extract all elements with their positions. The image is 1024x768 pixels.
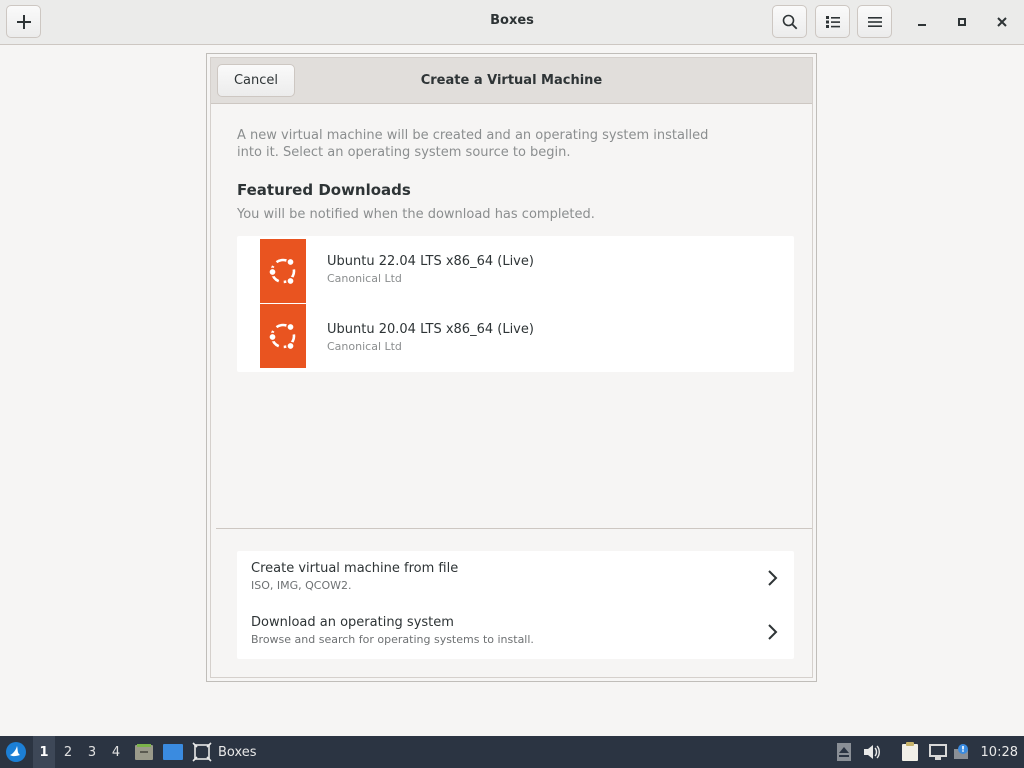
workspace-3[interactable]: 3 (81, 736, 103, 768)
workspace-2[interactable]: 2 (57, 736, 79, 768)
dialog-header: Cancel Create a Virtual Machine (211, 58, 812, 104)
eject-tray-button[interactable] (834, 736, 854, 768)
task-label: Boxes (218, 744, 257, 760)
dialog-frame: Cancel Create a Virtual Machine A new vi… (210, 57, 813, 678)
update-notifier-tray-button[interactable] (951, 736, 973, 768)
dialog-title: Create a Virtual Machine (420, 73, 603, 88)
create-from-file-item[interactable]: Create virtual machine from file ISO, IM… (237, 551, 794, 605)
main-menu-button[interactable] (857, 5, 892, 38)
list-view-icon (825, 15, 840, 28)
create-vm-dialog: Cancel Create a Virtual Machine A new vi… (206, 53, 817, 682)
action-subtitle: Browse and search for operating systems … (251, 633, 534, 646)
start-menu-button[interactable] (2, 736, 30, 768)
search-icon (782, 14, 797, 29)
close-button[interactable] (990, 10, 1014, 34)
os-download-item[interactable]: Ubuntu 20.04 LTS x86_64 (Live) Canonical… (237, 304, 794, 372)
maximize-button[interactable] (950, 10, 974, 34)
download-os-item[interactable]: Download an operating system Browse and … (237, 605, 794, 659)
os-vendor: Canonical Ltd (327, 340, 402, 353)
show-desktop-icon (163, 744, 183, 760)
os-vendor: Canonical Ltd (327, 272, 402, 285)
ubuntu-logo-icon (260, 304, 306, 368)
intro-text: A new virtual machine will be created an… (237, 127, 737, 161)
view-toggle-button[interactable] (815, 5, 850, 38)
maximize-icon (958, 18, 966, 26)
network-icon (929, 744, 947, 760)
clipboard-icon (902, 742, 918, 761)
clock[interactable]: 10:28 (981, 736, 1018, 768)
header-bar: Boxes (0, 0, 1024, 45)
os-download-item[interactable]: Ubuntu 22.04 LTS x86_64 (Live) Canonical… (237, 236, 794, 304)
boxes-app-icon (192, 742, 212, 762)
clipboard-tray-button[interactable] (898, 736, 922, 768)
lubuntu-start-icon (6, 742, 26, 762)
search-button[interactable] (772, 5, 807, 38)
separator (216, 528, 812, 529)
taskbar-task-boxes[interactable]: Boxes (192, 736, 262, 768)
action-subtitle: ISO, IMG, QCOW2. (251, 579, 352, 592)
workspace-1[interactable]: 1 (33, 736, 55, 768)
hamburger-menu-icon (867, 16, 882, 27)
taskbar: 1 2 3 4 Boxes 10:28 (0, 736, 1024, 768)
volume-icon (864, 745, 880, 759)
os-name: Ubuntu 22.04 LTS x86_64 (Live) (327, 254, 534, 269)
minimize-icon (918, 24, 926, 26)
chevron-right-icon (768, 624, 778, 640)
os-name: Ubuntu 20.04 LTS x86_64 (Live) (327, 322, 534, 337)
featured-downloads-subtitle: You will be notified when the download h… (237, 207, 595, 222)
source-actions-list: Create virtual machine from file ISO, IM… (237, 551, 794, 659)
file-manager-launcher[interactable] (132, 736, 156, 768)
intro-line-2: into it. Select an operating system sour… (237, 145, 571, 160)
file-manager-icon (135, 744, 153, 760)
chevron-right-icon (768, 570, 778, 586)
show-desktop-button[interactable] (161, 736, 185, 768)
ubuntu-logo-icon (260, 239, 306, 303)
featured-downloads-title: Featured Downloads (237, 181, 411, 199)
action-title: Download an operating system (251, 615, 454, 630)
featured-downloads-list: Ubuntu 22.04 LTS x86_64 (Live) Canonical… (237, 236, 794, 372)
network-tray-button[interactable] (926, 736, 950, 768)
eject-icon (837, 743, 851, 761)
minimize-button[interactable] (910, 10, 934, 34)
close-icon (997, 17, 1007, 27)
intro-line-1: A new virtual machine will be created an… (237, 128, 709, 143)
action-title: Create virtual machine from file (251, 561, 459, 576)
volume-tray-button[interactable] (862, 736, 882, 768)
workspace-4[interactable]: 4 (105, 736, 127, 768)
update-notifier-icon (954, 744, 968, 759)
